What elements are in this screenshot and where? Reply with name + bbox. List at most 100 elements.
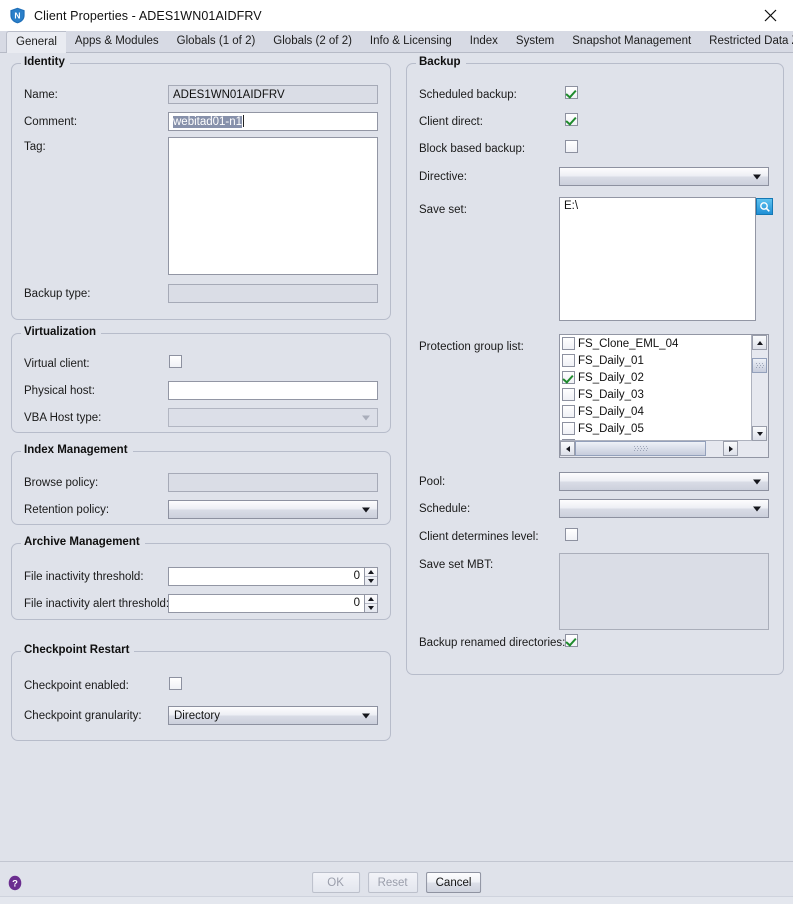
help-icon[interactable]: ? [7, 875, 23, 891]
list-item[interactable]: FS_Daily_04 [560, 403, 751, 420]
comment-input[interactable]: webitad01-n1 [168, 112, 378, 131]
protection-group-checkbox[interactable] [562, 354, 575, 367]
chevron-down-icon [753, 174, 761, 179]
save-set-textarea[interactable]: E:\ [559, 197, 756, 321]
index-management-legend: Index Management [21, 444, 133, 456]
index-management-group: Index Management Browse policy: Retentio… [11, 444, 391, 525]
protection-group-vertical-scrollbar[interactable] [751, 335, 768, 441]
file-inactivity-alert-threshold-spin-buttons[interactable] [365, 594, 378, 613]
virtual-client-label: Virtual client: [24, 358, 90, 370]
retention-policy-label: Retention policy: [24, 504, 110, 516]
tab-apps-modules[interactable]: Apps & Modules [65, 31, 168, 52]
list-item[interactable]: FS_Daily_05 [560, 420, 751, 437]
tab-restricted-data-zones[interactable]: Restricted Data Zones [700, 31, 793, 52]
protection-group-checkbox[interactable] [562, 422, 575, 435]
protection-group-checkbox[interactable] [562, 405, 575, 418]
backup-renamed-directories-checkbox[interactable] [565, 634, 578, 647]
protection-group-list-label: Protection group list: [419, 341, 524, 353]
dialog-button-bar: OK Reset Cancel [311, 872, 482, 893]
file-inactivity-alert-threshold-label: File inactivity alert threshold: [24, 598, 170, 610]
retention-policy-combo[interactable] [168, 500, 378, 519]
name-label: Name: [24, 89, 58, 101]
comment-value: webitad01-n1 [173, 116, 243, 128]
identity-group: Identity Name: ADES1WN01AIDFRV Comment: … [11, 56, 391, 320]
pool-label: Pool: [419, 476, 446, 488]
tag-label: Tag: [24, 141, 46, 153]
list-item-label: FS_Daily_03 [578, 388, 644, 401]
protection-group-listbox[interactable]: FS_Clone_EML_04 FS_Daily_01 FS_Daily_02 [559, 334, 769, 458]
backup-type-label: Backup type: [24, 288, 91, 300]
protection-group-checkbox[interactable] [562, 388, 575, 401]
physical-host-input[interactable] [168, 381, 378, 400]
spinner-down-icon[interactable] [365, 604, 377, 612]
list-item-label: FS_Daily_02 [578, 371, 644, 384]
browse-policy-label: Browse policy: [24, 477, 99, 489]
file-inactivity-alert-threshold-input[interactable]: 0 [168, 594, 365, 613]
file-inactivity-threshold-stepper[interactable]: 0 [168, 567, 378, 586]
checkpoint-enabled-checkbox[interactable] [169, 677, 182, 690]
client-determines-level-label: Client determines level: [419, 531, 539, 543]
chevron-down-icon [753, 506, 761, 511]
ok-button: OK [311, 872, 360, 893]
close-icon[interactable] [747, 0, 793, 30]
cancel-button[interactable]: Cancel [425, 872, 482, 893]
vba-host-type-label: VBA Host type: [24, 412, 102, 424]
scroll-right-icon[interactable] [723, 441, 738, 456]
tag-textarea[interactable] [168, 137, 378, 275]
client-determines-level-checkbox[interactable] [565, 528, 578, 541]
chevron-down-icon [362, 507, 370, 512]
list-item-label: FS_Daily_05 [578, 422, 644, 435]
client-direct-label: Client direct: [419, 116, 483, 128]
list-item-label: FS_Daily_04 [578, 405, 644, 418]
title-bar: N Client Properties - ADES1WN01AIDFRV [0, 0, 793, 32]
tab-globals-2-of-2[interactable]: Globals (2 of 2) [264, 31, 361, 52]
tab-strip: General Apps & Modules Globals (1 of 2) … [0, 31, 793, 53]
protection-group-checkbox[interactable] [562, 371, 575, 384]
list-item[interactable]: FS_Daily_01 [560, 352, 751, 369]
identity-legend: Identity [21, 56, 70, 68]
client-direct-checkbox[interactable] [565, 113, 578, 126]
scheduled-backup-checkbox[interactable] [565, 86, 578, 99]
tab-globals-1-of-2[interactable]: Globals (1 of 2) [167, 31, 265, 52]
vertical-scroll-thumb[interactable] [752, 358, 767, 373]
tab-general[interactable]: General [6, 31, 66, 53]
tab-index[interactable]: Index [460, 31, 507, 52]
file-inactivity-threshold-label: File inactivity threshold: [24, 571, 144, 583]
reset-button: Reset [367, 872, 418, 893]
checkpoint-granularity-value: Directory [174, 709, 221, 722]
comment-label: Comment: [24, 116, 78, 128]
protection-group-checkbox[interactable] [562, 337, 575, 350]
list-item-label: FS_Daily_01 [578, 354, 644, 367]
file-inactivity-threshold-input[interactable]: 0 [168, 567, 365, 586]
list-item[interactable]: FS_Daily_03 [560, 386, 751, 403]
tab-system[interactable]: System [506, 31, 564, 52]
search-icon[interactable] [756, 198, 773, 215]
spinner-down-icon[interactable] [365, 577, 377, 585]
file-inactivity-threshold-spin-buttons[interactable] [365, 567, 378, 586]
checkpoint-restart-group: Checkpoint Restart Checkpoint enabled: C… [11, 644, 391, 741]
pool-combo[interactable] [559, 472, 769, 491]
tab-info-licensing[interactable]: Info & Licensing [360, 31, 461, 52]
block-based-backup-checkbox[interactable] [565, 140, 578, 153]
list-item[interactable]: FS_Daily_02 [560, 369, 751, 386]
backup-legend: Backup [416, 56, 466, 68]
directive-combo[interactable] [559, 167, 769, 186]
backup-type-field [168, 284, 378, 303]
general-tab-panel: Identity Name: ADES1WN01AIDFRV Comment: … [0, 53, 793, 861]
schedule-combo[interactable] [559, 499, 769, 518]
virtual-client-checkbox[interactable] [169, 355, 182, 368]
name-field: ADES1WN01AIDFRV [168, 85, 378, 104]
chevron-down-icon [753, 479, 761, 484]
tab-snapshot-management[interactable]: Snapshot Management [563, 31, 701, 52]
protection-group-horizontal-scrollbar[interactable] [560, 440, 752, 457]
spinner-up-icon[interactable] [365, 595, 377, 604]
horizontal-scroll-thumb[interactable] [575, 441, 706, 456]
scroll-left-icon[interactable] [560, 441, 575, 456]
list-item[interactable]: FS_Clone_EML_04 [560, 335, 751, 352]
checkpoint-granularity-combo[interactable]: Directory [168, 706, 378, 725]
spinner-up-icon[interactable] [365, 568, 377, 577]
scroll-up-icon[interactable] [752, 335, 767, 350]
archive-management-legend: Archive Management [21, 536, 145, 548]
scroll-down-icon[interactable] [752, 426, 767, 441]
file-inactivity-alert-threshold-stepper[interactable]: 0 [168, 594, 378, 613]
